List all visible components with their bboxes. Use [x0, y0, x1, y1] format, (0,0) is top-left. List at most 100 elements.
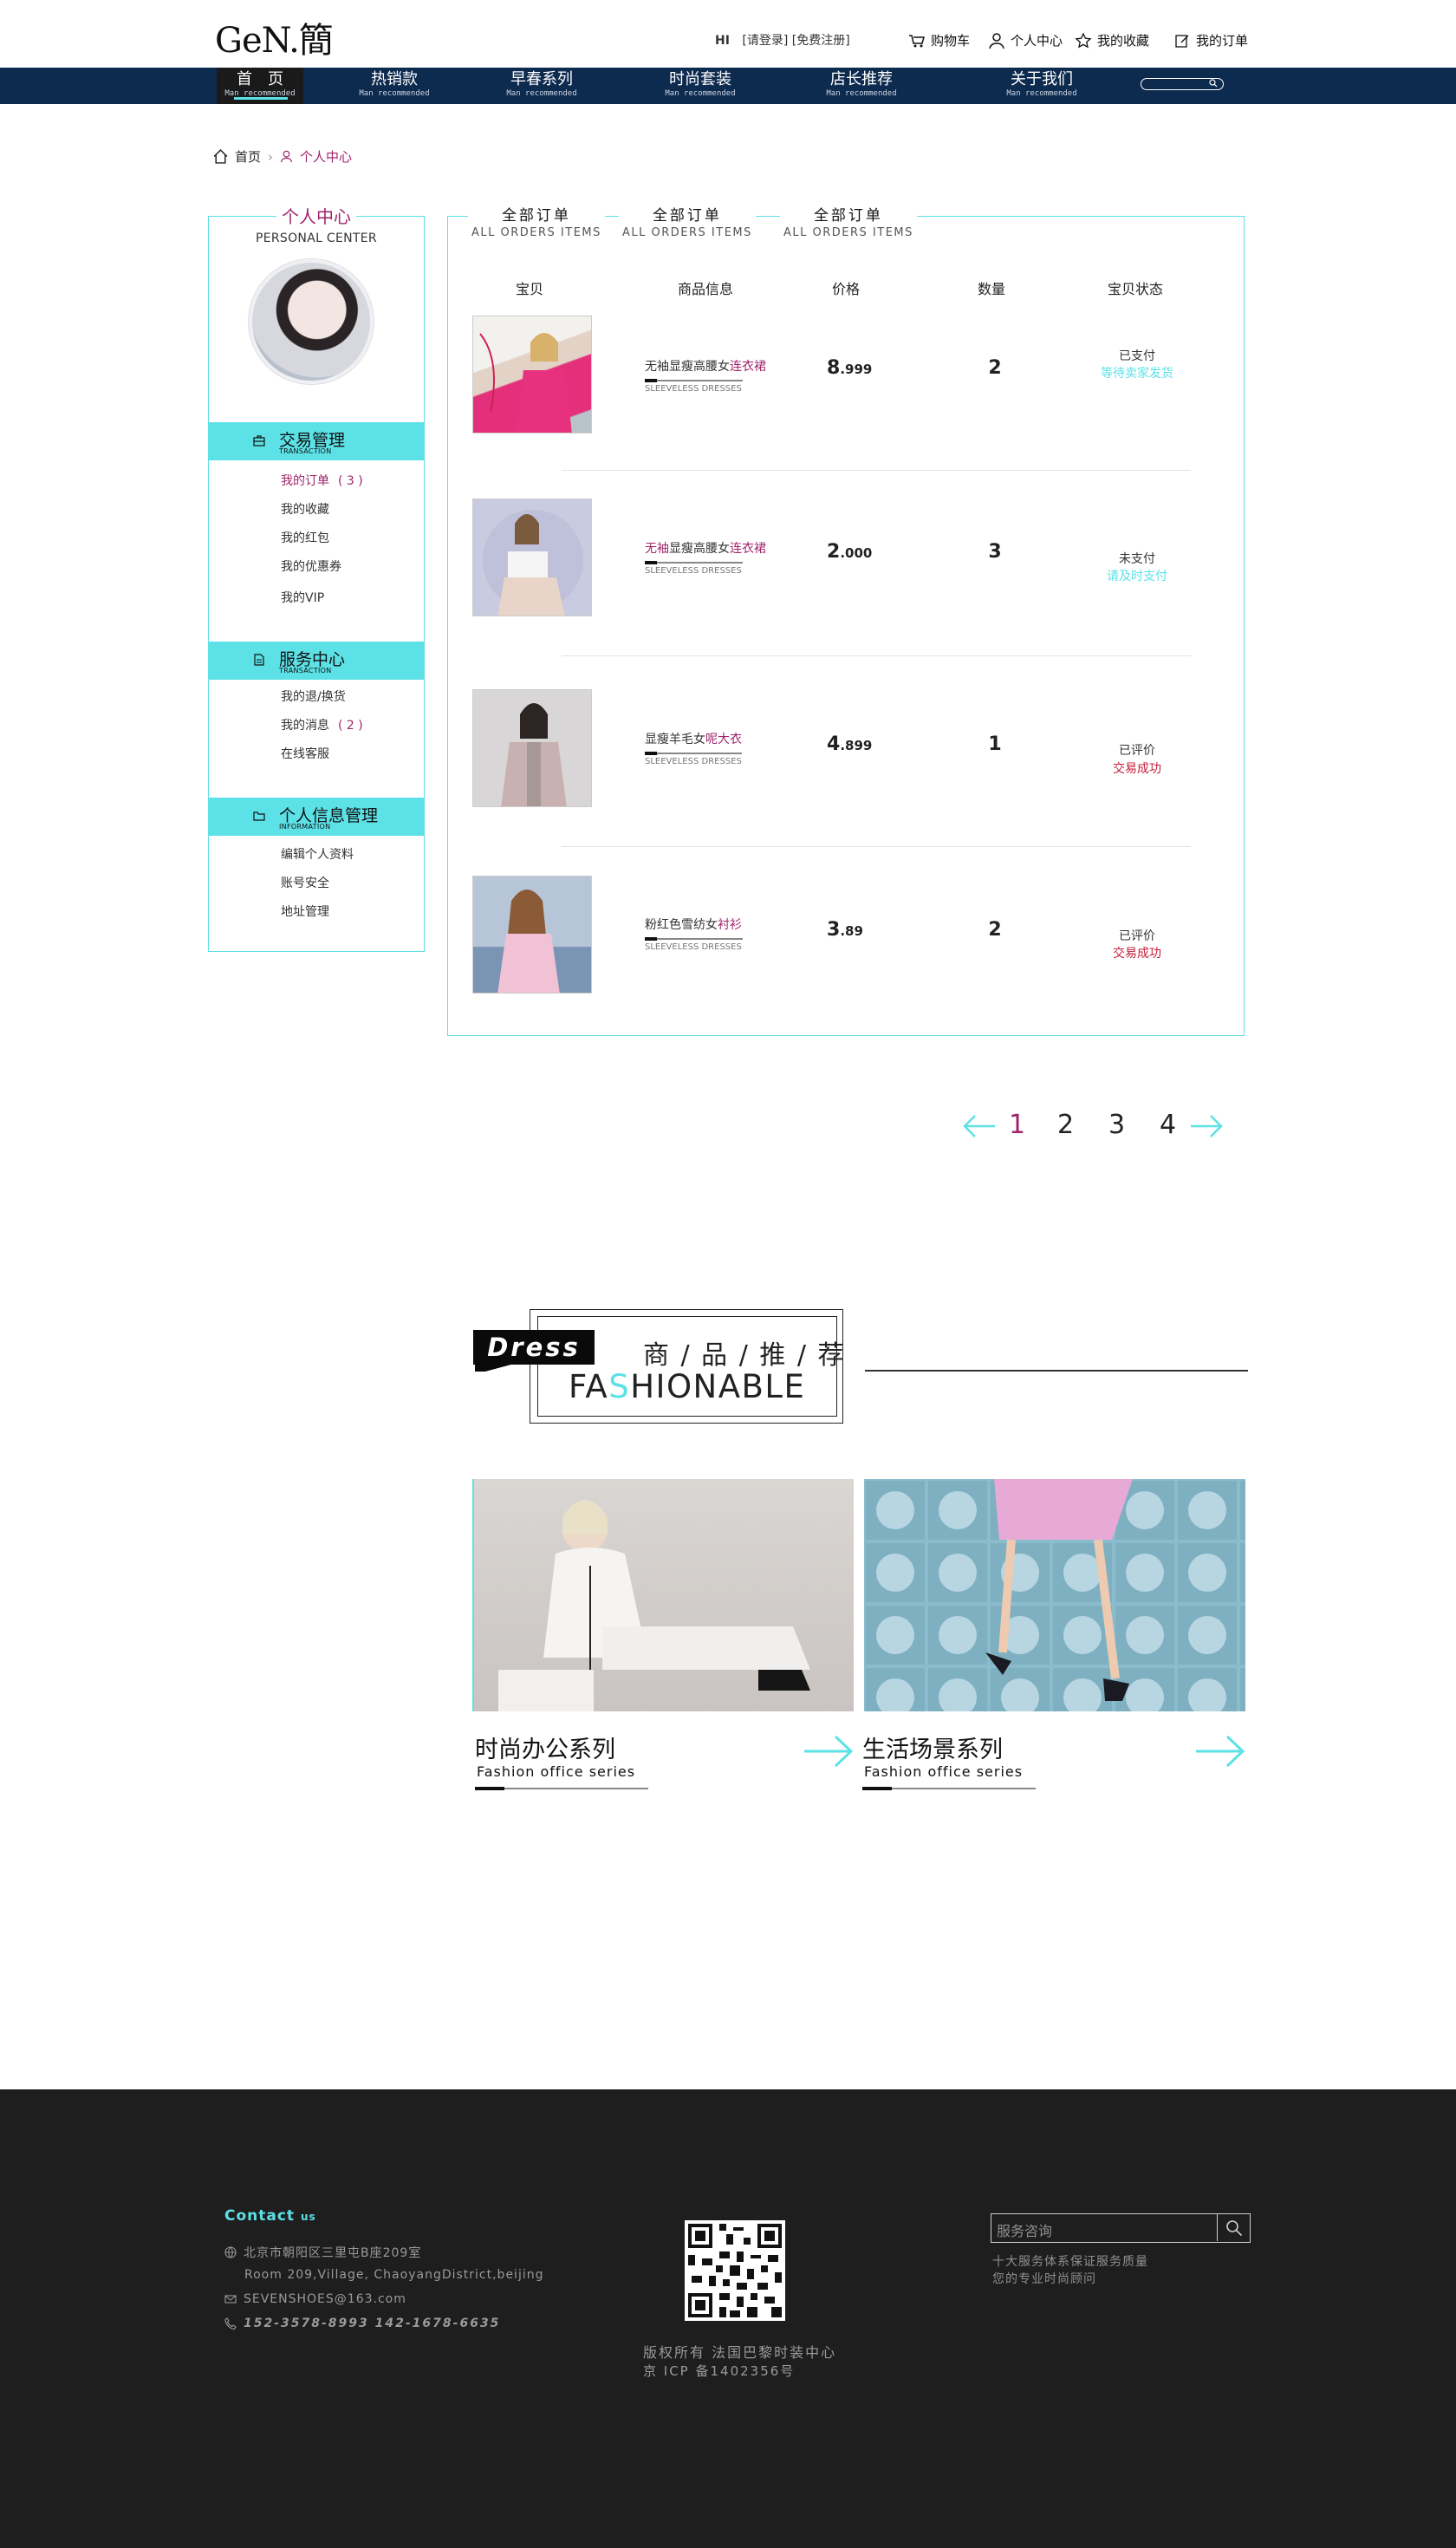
- order-count-badge: ( 3 ): [338, 474, 363, 488]
- sidebar-item-red-packets[interactable]: 我的红包: [281, 529, 329, 546]
- service-search-placeholder: 服务咨询: [997, 2223, 1053, 2239]
- order-action[interactable]: 请及时支付: [1094, 567, 1180, 584]
- service-search-input[interactable]: 服务咨询: [991, 2213, 1251, 2243]
- sidebar-item-returns[interactable]: 我的退/换货: [281, 688, 346, 705]
- tab-label-en: ALL ORDERS ITEMS: [622, 226, 752, 239]
- sidebar-section-info: 个人信息管理 INFORMATION: [208, 798, 425, 836]
- briefcase-icon: [253, 435, 265, 446]
- sidebar-item-my-orders[interactable]: 我的订单 ( 3 ): [281, 472, 363, 489]
- tab-all-orders-1[interactable]: 全部订单 ALL ORDERS ITEMS: [468, 203, 605, 239]
- product-thumbnail[interactable]: [472, 689, 592, 807]
- order-action[interactable]: 交易成功: [1094, 759, 1180, 777]
- nav-manager-pick-sub: Man recommended: [826, 89, 897, 98]
- service-search-button[interactable]: [1217, 2214, 1250, 2241]
- register-link[interactable]: [免费注册]: [792, 34, 850, 48]
- sidebar-item-messages[interactable]: 我的消息 ( 2 ): [281, 716, 363, 733]
- product-name[interactable]: 粉红色雪纺女衬衫: [645, 916, 743, 941]
- sidebar-item-label: 我的订单: [281, 474, 329, 488]
- nav-manager-pick[interactable]: 店长推荐 Man recommended: [818, 71, 905, 99]
- chevron-right-icon: ›: [268, 148, 274, 165]
- card-title-life[interactable]: 生活场景系列: [862, 1730, 1003, 1764]
- product-underline: [645, 937, 743, 941]
- avatar[interactable]: [249, 259, 374, 384]
- row-divider: [562, 846, 1191, 847]
- personal-center-link[interactable]: 个人中心: [988, 31, 1063, 49]
- nav-spring[interactable]: 早春系列 Man recommended: [498, 71, 585, 99]
- price-int: 3: [827, 919, 841, 941]
- sidebar-item-coupons[interactable]: 我的优惠券: [281, 557, 341, 575]
- page-4[interactable]: 4: [1160, 1110, 1176, 1140]
- phones-text: 152-3578-8993 142-1678-6635: [244, 2317, 501, 2330]
- folder-icon: [253, 811, 265, 821]
- arrow-right-icon[interactable]: [1194, 1734, 1246, 1769]
- order-status: 已支付: [1119, 349, 1155, 363]
- nav-suits[interactable]: 时尚套装 Man recommended: [657, 71, 744, 99]
- sidebar-item-vip[interactable]: 我的VIP: [281, 589, 324, 606]
- price-dec: .999: [840, 362, 873, 377]
- login-link[interactable]: [请登录]: [742, 34, 788, 48]
- contact-heading: Contact us: [224, 2207, 316, 2225]
- section-title-en: INFORMATION: [279, 823, 331, 831]
- nav-search-input[interactable]: [1141, 78, 1224, 90]
- my-orders-link[interactable]: 我的订单: [1173, 31, 1248, 49]
- sidebar-title-cn: 个人中心: [276, 206, 356, 227]
- star-icon: [1075, 31, 1092, 48]
- greeting: HI: [715, 34, 730, 48]
- card-image-office[interactable]: [472, 1479, 854, 1711]
- sidebar-item-online-service[interactable]: 在线客服: [281, 745, 329, 762]
- page-2[interactable]: 2: [1057, 1110, 1074, 1140]
- nav-home[interactable]: 首 页 Man recommended: [217, 71, 303, 99]
- edit-icon: [1175, 34, 1189, 48]
- tab-all-orders-3[interactable]: 全部订单 ALL ORDERS ITEMS: [780, 203, 917, 239]
- nav-hot-sub: Man recommended: [359, 89, 430, 98]
- home-icon[interactable]: [213, 149, 228, 164]
- page-3[interactable]: 3: [1108, 1110, 1125, 1140]
- breadcrumb-current: 个人中心: [300, 149, 353, 165]
- sidebar-item-address[interactable]: 地址管理: [281, 903, 329, 920]
- globe-icon: [224, 2246, 237, 2258]
- nav-spring-label: 早春系列: [510, 70, 573, 88]
- nav-hot[interactable]: 热销款 Man recommended: [351, 71, 438, 99]
- card-sub-life: Fashion office series: [864, 1763, 1024, 1780]
- breadcrumb-home[interactable]: 首页: [235, 147, 261, 166]
- qr-code: [685, 2220, 785, 2321]
- nav-suits-label: 时尚套装: [669, 70, 731, 88]
- sidebar-item-favorites[interactable]: 我的收藏: [281, 500, 329, 518]
- product-underline: [645, 379, 743, 382]
- logo[interactable]: GeN.簡: [215, 12, 334, 62]
- order-action[interactable]: 交易成功: [1094, 944, 1180, 961]
- life-photo: [864, 1479, 1245, 1711]
- sidebar-item-label: 我的消息: [281, 719, 329, 733]
- arrow-right-icon[interactable]: [803, 1734, 855, 1769]
- favorites-label: 我的收藏: [1097, 33, 1150, 49]
- product-name[interactable]: 显瘦羊毛女呢大衣: [645, 730, 742, 755]
- product-thumbnail[interactable]: [472, 499, 592, 616]
- order-action[interactable]: 等待卖家发货: [1094, 364, 1180, 381]
- favorites-link[interactable]: 我的收藏: [1075, 31, 1149, 49]
- product-name-a: 显瘦羊毛女: [645, 733, 705, 746]
- card-title-office[interactable]: 时尚办公系列: [475, 1730, 615, 1764]
- email-text: SEVENSHOES@163.com: [244, 2292, 406, 2306]
- nav-about[interactable]: 关于我们 Man recommended: [998, 71, 1085, 99]
- product-thumbnail[interactable]: [472, 876, 592, 994]
- title-en-post: HIONABLE: [630, 1368, 806, 1405]
- office-photo: [472, 1479, 810, 1711]
- sidebar-item-edit-profile[interactable]: 编辑个人资料: [281, 845, 354, 863]
- product-name[interactable]: 无袖显瘦高腰女连衣裙: [645, 357, 766, 382]
- sidebar-item-account-security[interactable]: 账号安全: [281, 874, 329, 891]
- product-thumbnail[interactable]: [472, 316, 592, 433]
- product-name-en: SLEEVELESS DRESSES: [645, 757, 742, 766]
- product-price: 2.000: [827, 541, 872, 563]
- arrow-right-icon[interactable]: [1189, 1113, 1224, 1139]
- product-name[interactable]: 无袖显瘦高腰女连衣裙: [645, 539, 766, 564]
- user-icon: [280, 150, 293, 163]
- arrow-left-icon[interactable]: [962, 1113, 997, 1139]
- page-1[interactable]: 1: [1009, 1110, 1025, 1140]
- sidebar-title: 个人中心 PERSONAL CENTER: [208, 203, 425, 245]
- email[interactable]: SEVENSHOES@163.com: [224, 2292, 406, 2306]
- search-icon: [1226, 2220, 1243, 2237]
- cart-link[interactable]: 购物车: [908, 31, 970, 49]
- tab-all-orders-2[interactable]: 全部订单 ALL ORDERS ITEMS: [619, 203, 756, 239]
- my-orders-label: 我的订单: [1196, 33, 1249, 49]
- card-image-life[interactable]: [864, 1479, 1245, 1711]
